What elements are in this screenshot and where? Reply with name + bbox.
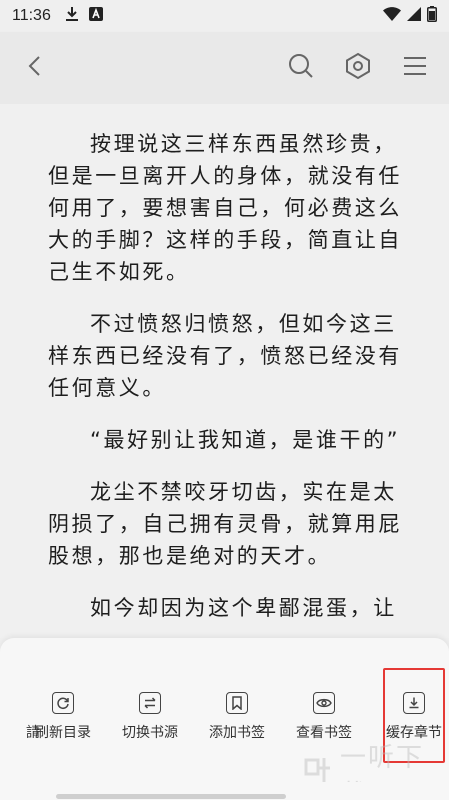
bookmark-icon	[226, 692, 248, 714]
menu-item-label: 刷新目录	[35, 725, 91, 741]
menu-item-label: 切换书源	[122, 725, 178, 741]
battery-icon	[427, 6, 437, 26]
refresh-icon	[52, 692, 74, 714]
status-notification-icons	[65, 6, 103, 26]
status-bar: 11:36	[0, 0, 449, 32]
search-button[interactable]	[283, 50, 319, 86]
paragraph: 如今却因为这个卑鄙混蛋，让	[90, 596, 397, 620]
paragraph: 按理说这三样东西虽然珍贵，但是一旦离开人的身体，就没有任何用了，要想害自己，何必…	[48, 132, 402, 284]
menu-item-switch-source[interactable]: 切换书源	[110, 692, 190, 752]
back-button[interactable]	[16, 50, 52, 86]
status-time: 11:36	[12, 7, 51, 24]
menu-button[interactable]	[397, 50, 433, 86]
menu-item-refresh-catalog[interactable]: 刷新目录	[23, 692, 103, 752]
chevron-left-icon	[27, 55, 41, 81]
search-icon	[288, 53, 314, 83]
download-notification-icon	[65, 6, 79, 26]
hexagon-gear-icon	[344, 52, 372, 84]
menu-item-add-bookmark[interactable]: 添加书签	[197, 692, 277, 752]
eye-icon	[313, 692, 335, 714]
paragraph: 不过愤怒归愤怒，但如今这三样东西已经没有了，愤怒已经没有任何意义。	[48, 312, 402, 400]
signal-icon	[407, 7, 421, 25]
home-gesture-bar[interactable]	[56, 794, 286, 799]
wifi-icon	[383, 7, 401, 25]
paragraph: “最好别让我知道，是谁干的”	[90, 428, 401, 452]
menu-item-label: 添加书签	[209, 725, 265, 741]
paragraph: 龙尘不禁咬牙切齿，实在是太阴损了，自己拥有灵骨，就算用屁股想，那也是绝对的天才。	[48, 480, 402, 568]
reader-toolbar	[0, 32, 449, 104]
hamburger-icon	[403, 55, 427, 81]
reader-content[interactable]: 按理说这三样东西虽然珍贵，但是一旦离开人的身体，就没有任何用了，要想害自己，何必…	[0, 104, 449, 638]
switch-arrows-icon	[139, 692, 161, 714]
status-system-icons	[383, 6, 437, 26]
app-notification-icon	[88, 7, 103, 25]
settings-button[interactable]	[340, 50, 376, 86]
